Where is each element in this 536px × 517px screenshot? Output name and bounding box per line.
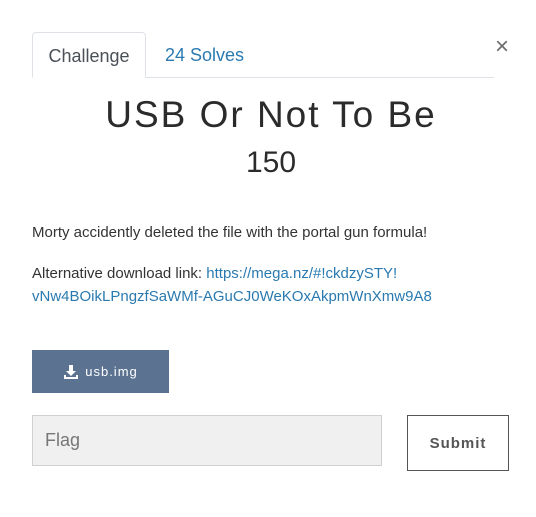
tab-challenge[interactable]: Challenge bbox=[32, 32, 146, 78]
alt-download-link-line2: vNw4BOikLPngzfSaWMf-AGuCJ0WeKOxAkpmWnXmw… bbox=[32, 288, 432, 305]
tab-solves[interactable]: 24 Solves bbox=[164, 32, 244, 77]
alt-download-prefix: Alternative download link: bbox=[32, 265, 207, 282]
alt-download-link-line1: https://mega.nz/#!ckdzySTY! bbox=[206, 265, 398, 282]
challenge-description: Morty accidently deleted the file with t… bbox=[32, 224, 428, 241]
challenge-points: 150 bbox=[245, 146, 297, 179]
alt-download-text: Alternative download link: https://mega.… bbox=[32, 262, 512, 308]
flag-input[interactable] bbox=[32, 415, 382, 466]
download-icon bbox=[64, 364, 79, 379]
challenge-tabs: Challenge 24 Solves bbox=[32, 32, 494, 78]
download-file-button[interactable]: usb.img bbox=[32, 350, 169, 393]
close-icon[interactable]: × bbox=[491, 33, 513, 61]
challenge-modal: × Challenge 24 Solves USB Or Not To Be 1… bbox=[0, 0, 536, 517]
challenge-title: USB Or Not To Be bbox=[105, 94, 437, 135]
download-file-label: usb.img bbox=[85, 364, 138, 379]
submit-button[interactable]: Submit bbox=[407, 415, 509, 471]
